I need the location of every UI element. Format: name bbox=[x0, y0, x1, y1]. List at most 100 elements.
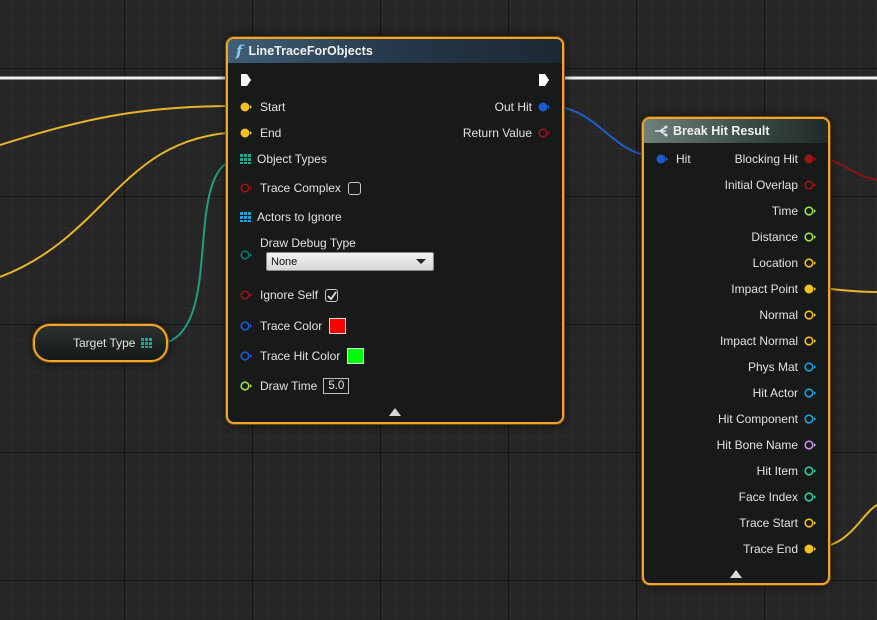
break-hit-result-node[interactable]: Break Hit Result Hit Blocking Hit Initia… bbox=[642, 117, 830, 585]
output-label: Hit Item bbox=[756, 464, 798, 478]
vector-pin-icon[interactable] bbox=[804, 544, 816, 554]
output-label: Hit Component bbox=[717, 412, 798, 426]
object-pin-icon[interactable] bbox=[804, 362, 816, 372]
trace-complex-checkbox[interactable] bbox=[347, 181, 361, 195]
trace-complex-label: Trace Complex bbox=[260, 181, 341, 195]
output-row-normal: Normal bbox=[759, 307, 816, 323]
ignore-self-input-row: Ignore Self bbox=[240, 287, 339, 303]
int-pin-icon[interactable] bbox=[804, 466, 816, 476]
return-value-output-row: Return Value bbox=[463, 125, 550, 141]
trace-hit-color-label: Trace Hit Color bbox=[260, 349, 341, 363]
draw-time-label: Draw Time bbox=[260, 379, 318, 393]
float-pin-icon[interactable] bbox=[240, 381, 252, 391]
collapse-arrow-icon[interactable] bbox=[389, 408, 401, 416]
checkmark-icon bbox=[326, 290, 337, 300]
output-label: Normal bbox=[759, 308, 798, 322]
float-pin-icon[interactable] bbox=[804, 206, 816, 216]
exec-out-pin-icon[interactable] bbox=[538, 73, 550, 87]
array-pin-icon[interactable] bbox=[140, 338, 153, 348]
draw-time-field[interactable]: 5.0 bbox=[323, 378, 350, 394]
output-label: Initial Overlap bbox=[724, 178, 798, 192]
output-label: Trace Start bbox=[739, 516, 798, 530]
struct-pin-icon[interactable] bbox=[240, 351, 252, 361]
collapse-arrow-icon[interactable] bbox=[730, 570, 742, 578]
vector-pin-icon[interactable] bbox=[804, 518, 816, 528]
struct-pin-icon[interactable] bbox=[538, 102, 550, 112]
output-row-hit-bone-name: Hit Bone Name bbox=[717, 437, 816, 453]
bool-pin-icon[interactable] bbox=[538, 128, 550, 138]
bool-pin-icon[interactable] bbox=[240, 183, 252, 193]
line-trace-header[interactable]: f LineTraceForObjects bbox=[228, 39, 562, 63]
target-type-node[interactable]: Target Type bbox=[33, 324, 168, 362]
vector-pin-icon[interactable] bbox=[240, 102, 252, 112]
trace-hit-color-swatch[interactable] bbox=[347, 348, 365, 364]
return-value-label: Return Value bbox=[462, 126, 532, 140]
draw-debug-type-label-row: Draw Debug Type bbox=[260, 235, 356, 251]
start-label: Start bbox=[260, 100, 286, 114]
line-trace-node[interactable]: f LineTraceForObjects Start End Object T… bbox=[226, 37, 564, 424]
output-label: Location bbox=[752, 256, 798, 270]
hit-input-row: Hit bbox=[656, 151, 691, 167]
output-row-location: Location bbox=[753, 255, 816, 271]
output-label: Phys Mat bbox=[747, 360, 798, 374]
actors-to-ignore-input-row: Actors to Ignore bbox=[240, 209, 342, 225]
output-label: Impact Point bbox=[731, 282, 798, 296]
hit-label: Hit bbox=[676, 152, 691, 166]
vector-pin-icon[interactable] bbox=[240, 128, 252, 138]
end-label: End bbox=[260, 126, 282, 140]
break-struct-icon bbox=[655, 125, 668, 137]
bool-pin-icon[interactable] bbox=[240, 290, 252, 300]
output-label: Face Index bbox=[738, 490, 798, 504]
draw-debug-type-label: Draw Debug Type bbox=[260, 236, 356, 250]
target-type-row: Target Type bbox=[73, 335, 153, 351]
output-row-initial-overlap: Initial Overlap bbox=[725, 177, 816, 193]
output-row-impact-normal: Impact Normal bbox=[720, 333, 816, 349]
output-row-trace-start: Trace Start bbox=[739, 515, 816, 531]
float-pin-icon[interactable] bbox=[804, 232, 816, 242]
trace-complex-input-row: Trace Complex bbox=[240, 180, 361, 196]
output-label: Time bbox=[771, 204, 798, 218]
vector-pin-icon[interactable] bbox=[804, 258, 816, 268]
array-pin-icon[interactable] bbox=[240, 154, 252, 164]
out-hit-output-row: Out Hit bbox=[495, 99, 550, 115]
break-hit-result-header[interactable]: Break Hit Result bbox=[644, 119, 828, 143]
struct-pin-icon[interactable] bbox=[656, 154, 668, 164]
output-label: Blocking Hit bbox=[734, 152, 798, 166]
bool-pin-icon[interactable] bbox=[804, 180, 816, 190]
vector-pin-icon[interactable] bbox=[804, 310, 816, 320]
object-pin-icon[interactable] bbox=[804, 388, 816, 398]
start-wire bbox=[0, 104, 243, 146]
ignore-self-label: Ignore Self bbox=[260, 288, 319, 302]
output-row-trace-end: Trace End bbox=[743, 541, 816, 557]
output-label: Distance bbox=[751, 230, 798, 244]
object-types-input-row: Object Types bbox=[240, 151, 327, 167]
output-row-hit-actor: Hit Actor bbox=[753, 385, 816, 401]
trace-color-swatch[interactable] bbox=[329, 318, 347, 334]
vector-pin-icon[interactable] bbox=[804, 336, 816, 346]
output-row-impact-point: Impact Point bbox=[731, 281, 816, 297]
int-pin-icon[interactable] bbox=[804, 492, 816, 502]
output-row-distance: Distance bbox=[751, 229, 816, 245]
byte-pin-icon[interactable] bbox=[240, 250, 252, 260]
output-label: Hit Bone Name bbox=[716, 438, 798, 452]
draw-debug-type-dropdown[interactable]: None bbox=[266, 252, 434, 271]
start-input-row: Start bbox=[240, 99, 285, 115]
output-label: Trace End bbox=[743, 542, 798, 556]
output-row-hit-item: Hit Item bbox=[757, 463, 816, 479]
output-row-hit-component: Hit Component bbox=[718, 411, 816, 427]
output-label: Impact Normal bbox=[719, 334, 798, 348]
bool-pin-icon[interactable] bbox=[804, 154, 816, 164]
output-row-face-index: Face Index bbox=[739, 489, 816, 505]
exec-in-pin-icon[interactable] bbox=[240, 73, 252, 87]
ignore-self-checkbox[interactable] bbox=[325, 288, 339, 302]
output-label: Hit Actor bbox=[752, 386, 798, 400]
object-pin-icon[interactable] bbox=[804, 414, 816, 424]
function-icon: f bbox=[236, 42, 243, 60]
struct-pin-icon[interactable] bbox=[240, 321, 252, 331]
array-pin-icon[interactable] bbox=[240, 212, 252, 222]
output-row-blocking-hit: Blocking Hit bbox=[735, 151, 816, 167]
break-hit-result-title: Break Hit Result bbox=[673, 124, 770, 138]
actors-to-ignore-label: Actors to Ignore bbox=[257, 210, 342, 224]
vector-pin-icon[interactable] bbox=[804, 284, 816, 294]
name-pin-icon[interactable] bbox=[804, 440, 816, 450]
